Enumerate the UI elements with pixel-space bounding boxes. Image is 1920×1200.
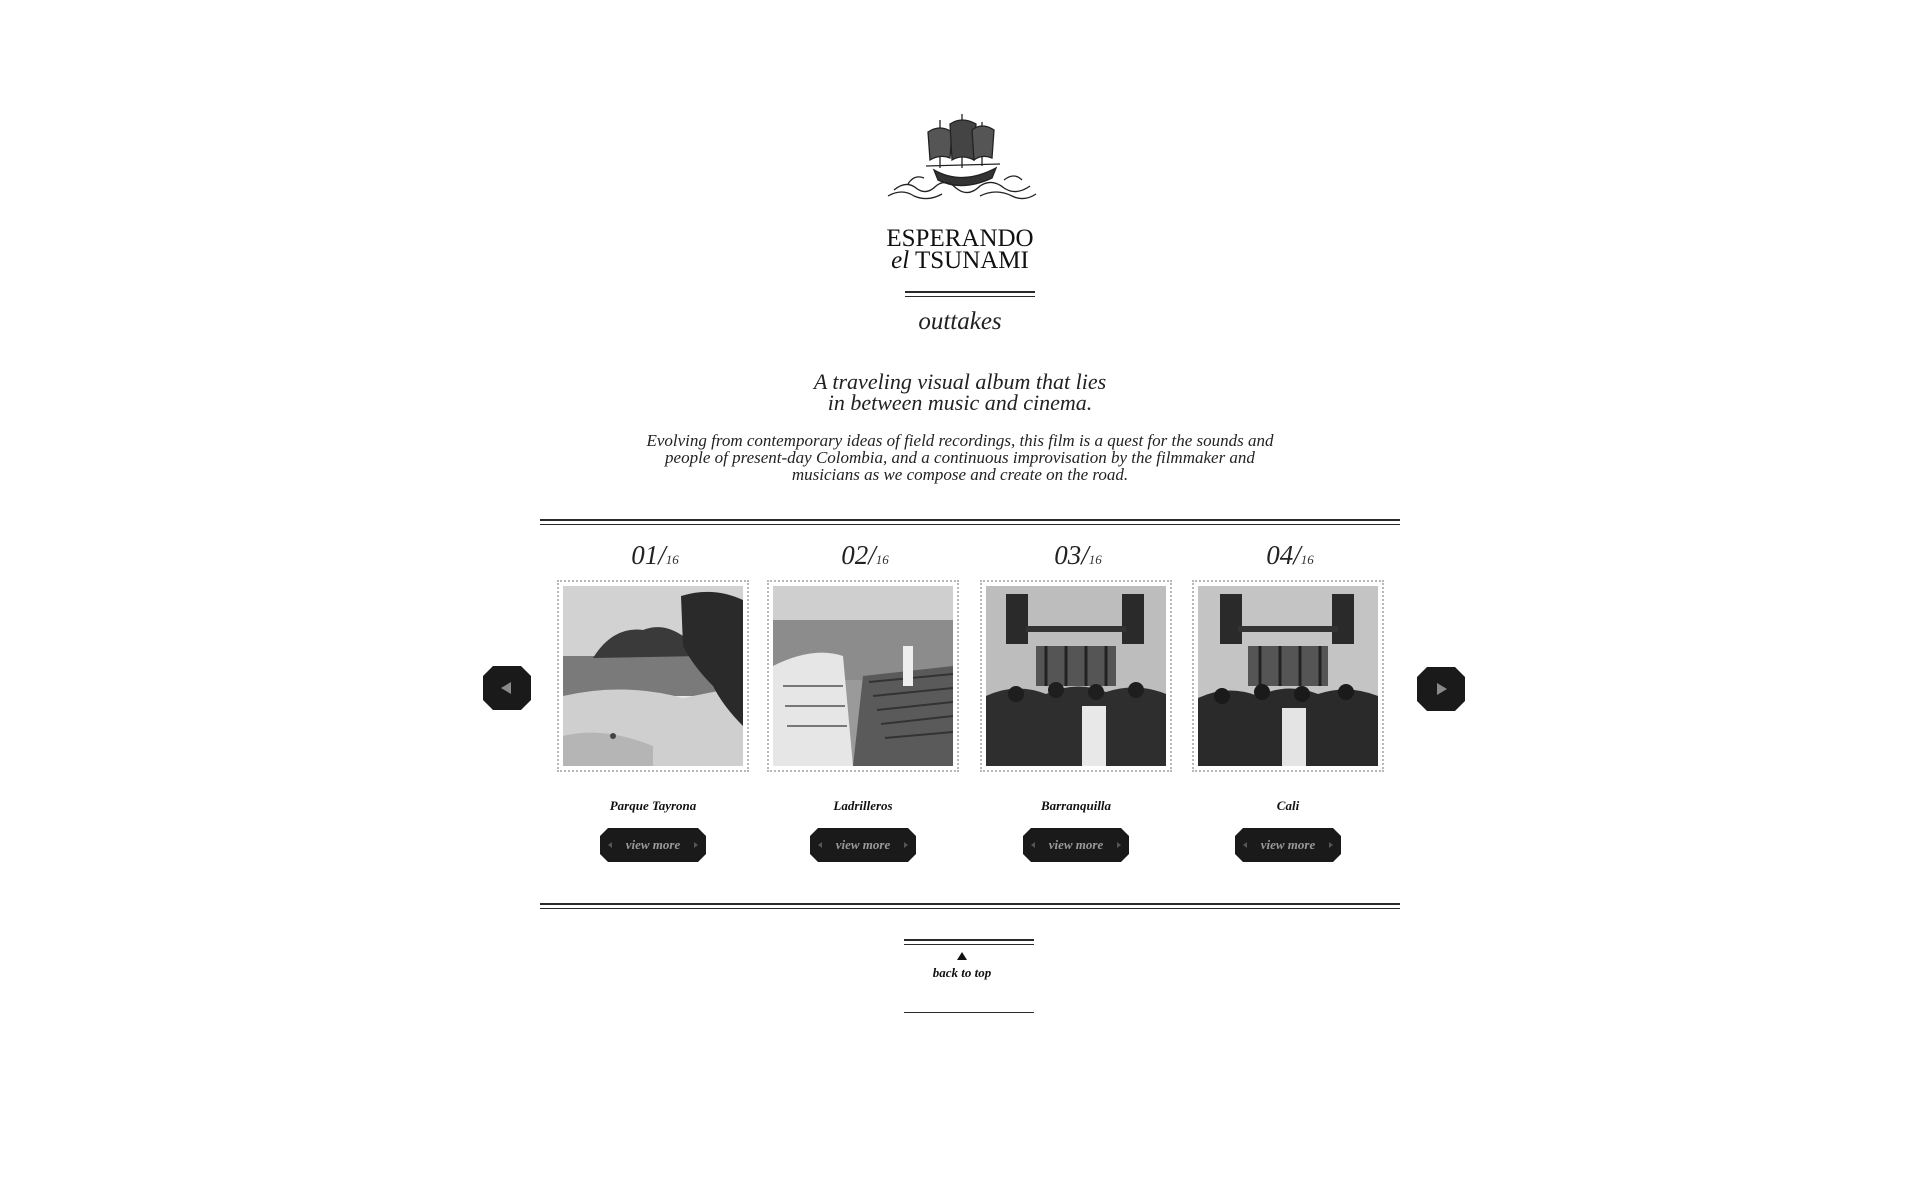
gallery-bottom-divider	[540, 903, 1400, 909]
photo-beach[interactable]	[563, 586, 743, 766]
title-line-2: TSUNAMI	[914, 247, 1029, 274]
page-subtitle: outtakes	[918, 308, 1002, 335]
gallery-item: 04/16 Cali view more	[1192, 540, 1388, 862]
place-name: Barranquilla	[1040, 798, 1112, 813]
item-total: 16	[1088, 552, 1102, 567]
photo-frame[interactable]	[980, 580, 1172, 772]
item-counter: 01/16	[557, 540, 753, 574]
site-title[interactable]: ESPERANDO el TSUNAMI	[860, 226, 1060, 274]
gallery-item: 02/16 Ladrilleros view more	[767, 540, 963, 862]
photo-frame[interactable]	[767, 580, 959, 772]
tagline-line-1: A traveling visual album that lies	[813, 369, 1107, 394]
description-line-1: Evolving from contemporary ideas of fiel…	[646, 431, 1274, 450]
gallery-item: 03/16 Barranquilla view more	[980, 540, 1176, 862]
item-total: 16	[665, 552, 679, 567]
photo-concert-cali[interactable]	[1198, 586, 1378, 766]
back-to-top-label: back to top	[932, 965, 992, 980]
photo-frame[interactable]	[557, 580, 749, 772]
item-total: 16	[1300, 552, 1314, 567]
title-divider	[905, 291, 1035, 297]
view-more-label: view more	[625, 837, 681, 852]
tagline-line-2: in between music and cinema.	[827, 390, 1093, 415]
place-name: Parque Tayrona	[609, 798, 697, 813]
view-more-label: view more	[835, 837, 891, 852]
view-more-button[interactable]: view more	[1023, 828, 1129, 862]
title-el: el	[891, 247, 910, 274]
description: Evolving from contemporary ideas of fiel…	[620, 432, 1300, 483]
back-to-top-bottom-rule	[904, 1012, 1034, 1013]
item-number: 01/	[631, 540, 666, 570]
gallery-top-divider	[540, 519, 1400, 525]
view-more-button[interactable]: view more	[810, 828, 916, 862]
back-to-top-divider	[904, 939, 1034, 945]
view-more-label: view more	[1260, 837, 1316, 852]
view-more-button[interactable]: view more	[600, 828, 706, 862]
tagline: A traveling visual album that lies in be…	[720, 369, 1200, 415]
arrow-right-icon[interactable]	[1417, 667, 1465, 711]
triangle-up-icon	[957, 952, 967, 960]
gallery-item: 01/16 Parque Tayrona view more	[557, 540, 753, 862]
place-name: Cali	[1276, 798, 1300, 813]
item-counter: 03/16	[980, 540, 1176, 574]
ship-engraving-icon[interactable]	[884, 108, 1040, 204]
item-number: 02/	[841, 540, 876, 570]
item-counter: 02/16	[767, 540, 963, 574]
item-total: 16	[875, 552, 889, 567]
item-counter: 04/16	[1192, 540, 1388, 574]
item-number: 04/	[1266, 540, 1301, 570]
description-line-3: musicians as we compose and create on th…	[791, 465, 1129, 484]
photo-frame[interactable]	[1192, 580, 1384, 772]
description-line-2: people of present-day Colombia, and a co…	[665, 448, 1255, 467]
back-to-top-link[interactable]: back to top	[897, 952, 1027, 981]
view-more-label: view more	[1048, 837, 1104, 852]
photo-dock[interactable]	[773, 586, 953, 766]
photo-concert[interactable]	[986, 586, 1166, 766]
item-number: 03/	[1054, 540, 1089, 570]
view-more-button[interactable]: view more	[1235, 828, 1341, 862]
arrow-left-icon[interactable]	[483, 666, 531, 710]
place-name: Ladrilleros	[833, 798, 893, 813]
